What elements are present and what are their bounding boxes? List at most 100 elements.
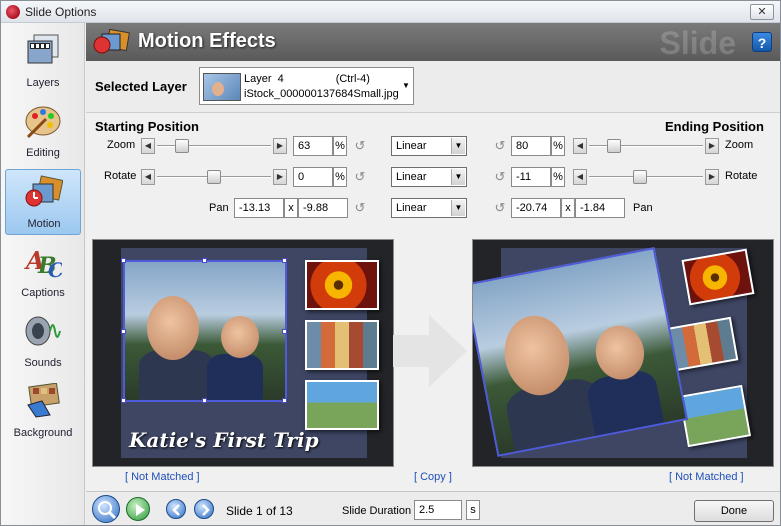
play-button[interactable] [126,497,150,521]
start-zoom-input[interactable]: 63 [293,136,333,156]
end-pan-x-input[interactable]: -20.74 [511,198,561,218]
reset-icon[interactable]: ↺ [493,139,507,153]
layers-icon [27,34,59,64]
header-watermark: Slide [659,25,736,61]
slider-left-arrow[interactable]: ◀ [573,138,587,154]
resize-handle[interactable] [282,398,287,403]
sidebar-item-motion[interactable]: Motion [5,169,81,235]
ending-position-preview[interactable] [472,239,774,467]
zoom-motion-value: Linear [396,140,427,152]
reset-icon[interactable]: ↺ [353,170,367,184]
start-zoom-slider[interactable]: ◀ ▶ [141,138,287,154]
slide-duration-unit: s [466,500,480,520]
end-zoom-input[interactable]: 80 [511,136,551,156]
slider-thumb[interactable] [607,139,621,153]
start-rotate-slider[interactable]: ◀ ▶ [141,169,287,185]
motion-icon [25,175,63,207]
end-pan-label: Pan [633,202,653,214]
starting-position-preview[interactable]: Katie's First Trip [92,239,394,467]
slider-thumb[interactable] [633,170,647,184]
end-pan-separator: x [561,198,575,218]
help-button[interactable]: ? [752,32,772,52]
end-zoom-slider[interactable]: ◀ ▶ [573,138,719,154]
chevron-down-icon: ▼ [451,138,465,154]
copy-link[interactable]: [ Copy ] [414,471,452,483]
slider-thumb[interactable] [175,139,189,153]
sidebar-item-captions[interactable]: A B C Captions [5,239,81,305]
start-selection-frame[interactable] [123,260,287,402]
magnifier-icon [98,501,117,520]
reset-icon[interactable]: ↺ [493,201,507,215]
end-pan-y-input[interactable]: -1.84 [575,198,625,218]
slide-options-window: Slide Options ✕ Layers Editing Motion A … [0,0,781,526]
close-button[interactable]: ✕ [750,4,774,20]
sidebar-item-editing[interactable]: Editing [5,99,81,165]
start-not-matched-link[interactable]: [ Not Matched ] [125,471,200,483]
child-photo [305,380,379,430]
resize-handle[interactable] [121,398,126,403]
sidebar: Layers Editing Motion A B Captions Sound… [1,23,85,525]
rotate-motion-select[interactable]: Linear ▼ [391,167,467,187]
slider-left-arrow[interactable]: ◀ [141,138,155,154]
starting-position-heading: Starting Position [95,119,199,134]
slider-right-arrow[interactable]: ▶ [273,138,287,154]
resize-handle[interactable] [202,258,207,263]
slide-duration-input[interactable]: 2.5 [414,500,462,520]
arrow-left-icon [172,504,180,516]
slider-left-arrow[interactable]: ◀ [141,169,155,185]
end-rotate-input[interactable]: -11 [511,167,551,187]
captions-icon: A B C [24,246,62,279]
sidebar-item-background[interactable]: Background [5,379,81,445]
reset-icon[interactable]: ↺ [493,170,507,184]
layer-filename: iStock_000000137684Small.jpg [244,88,399,100]
play-icon [136,504,145,516]
pan-motion-select[interactable]: Linear ▼ [391,198,467,218]
reset-icon[interactable]: ↺ [353,139,367,153]
sidebar-item-label: Background [13,427,73,439]
selected-layer-dropdown[interactable]: Layer 4 (Ctrl-4) iStock_000000137684Smal… [199,67,414,105]
end-not-matched-link[interactable]: [ Not Matched ] [669,471,744,483]
sidebar-item-label: Editing [26,147,60,159]
start-pan-label: Pan [209,202,229,214]
done-button[interactable]: Done [694,500,774,522]
rotate-motion-value: Linear [396,171,427,183]
layer-thumbnail [203,73,241,101]
slider-thumb[interactable] [207,170,221,184]
slider-right-arrow[interactable]: ▶ [705,138,719,154]
resize-handle[interactable] [202,398,207,403]
start-pan-x-input[interactable]: -13.13 [234,198,284,218]
zoom-preview-button[interactable] [92,495,120,523]
sidebar-item-sounds[interactable]: Sounds [5,309,81,375]
slider-left-arrow[interactable]: ◀ [573,169,587,185]
svg-text:C: C [48,258,62,279]
slider-right-arrow[interactable]: ▶ [705,169,719,185]
start-zoom-unit: % [333,136,347,156]
ending-position-heading: Ending Position [665,119,764,134]
sidebar-item-label: Sounds [24,357,62,369]
reset-icon[interactable]: ↺ [353,201,367,215]
sidebar-item-label: Layers [26,77,60,89]
start-rotate-input[interactable]: 0 [293,167,333,187]
slider-right-arrow[interactable]: ▶ [273,169,287,185]
palette-icon [25,106,61,139]
motion-effects-icon [93,29,130,54]
end-zoom-label: Zoom [725,139,754,151]
end-rotate-slider[interactable]: ◀ ▶ [573,169,719,185]
previous-slide-button[interactable] [166,499,186,519]
start-pan-y-input[interactable]: -9.88 [298,198,348,218]
sidebar-item-layers[interactable]: Layers [5,29,81,95]
speaker-icon [25,316,61,346]
zoom-motion-select[interactable]: Linear ▼ [391,136,467,156]
arrow-right-icon [202,504,210,516]
app-icon [6,5,20,19]
chevron-down-icon: ▼ [451,200,465,216]
resize-handle[interactable] [121,329,126,334]
resize-handle[interactable] [121,258,126,263]
layer-name: Layer 4 (Ctrl-4) [244,73,370,85]
start-zoom-label: Zoom [107,139,136,151]
resize-handle[interactable] [282,258,287,263]
slide-caption: Katie's First Trip [129,428,319,452]
resize-handle[interactable] [282,329,287,334]
end-selection-frame[interactable] [473,247,689,457]
next-slide-button[interactable] [194,499,214,519]
